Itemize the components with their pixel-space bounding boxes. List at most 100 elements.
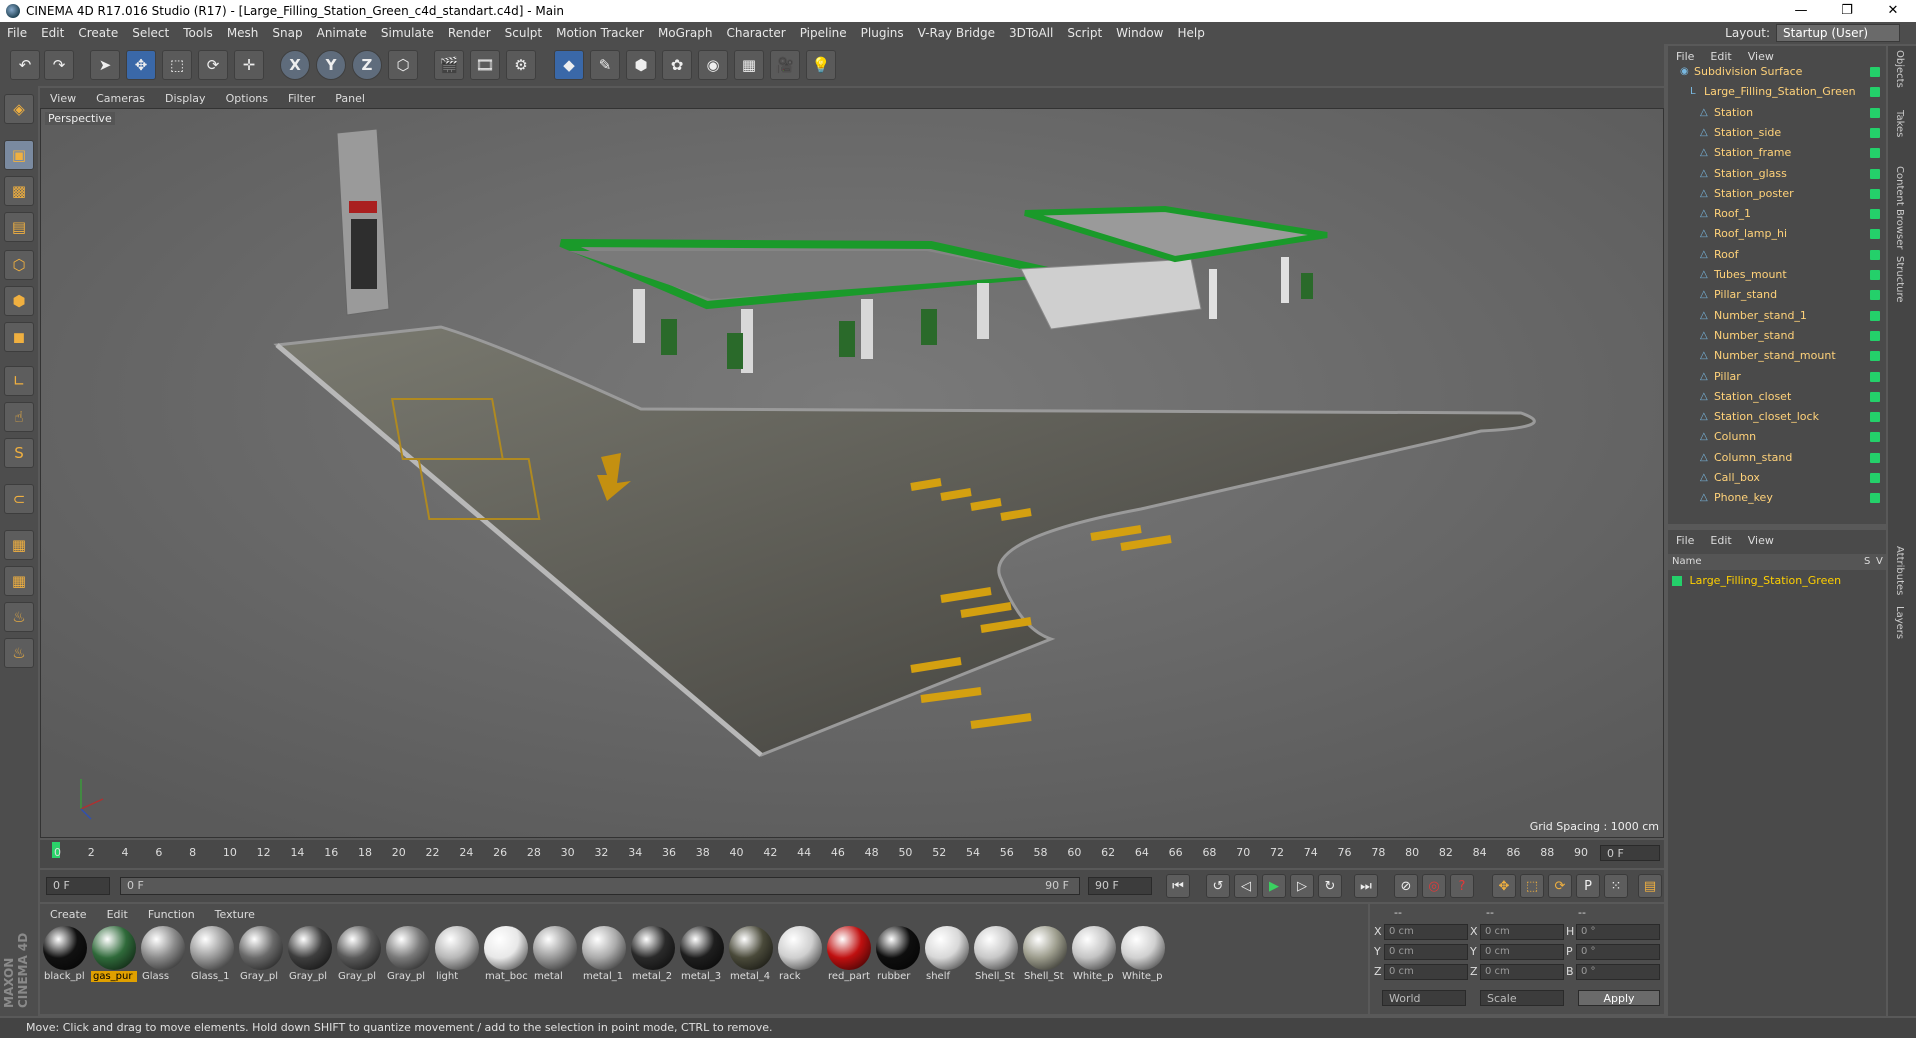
render-picture-viewer-icon[interactable]: 🎞	[470, 50, 500, 80]
previous-frame-icon[interactable]: ◁	[1234, 874, 1258, 898]
axis-x-lock-button[interactable]: X	[280, 50, 310, 80]
select-tool-icon[interactable]: ➤	[90, 50, 120, 80]
material-swatch[interactable]: Glass_1	[189, 926, 235, 984]
scale-tool-icon[interactable]: ⬚	[162, 50, 192, 80]
axis-z-lock-button[interactable]: Z	[352, 50, 382, 80]
object-row[interactable]: △ Number_stand	[1668, 326, 1886, 346]
object-row[interactable]: △ Number_stand_mount	[1668, 346, 1886, 366]
render-settings-icon[interactable]: ⚙	[506, 50, 536, 80]
move-tool-icon[interactable]: ✥	[126, 50, 156, 80]
visibility-check-icon[interactable]	[1870, 452, 1880, 463]
material-menu-create[interactable]: Create	[40, 908, 97, 921]
object-menu-edit[interactable]: Edit	[1702, 50, 1739, 63]
magnet-icon[interactable]: ⊂	[4, 484, 34, 514]
menu-select[interactable]: Select	[125, 22, 176, 44]
perspective-viewport[interactable]: Perspective Grid Spacing : 1000 cm	[40, 108, 1664, 838]
coord-value-field[interactable]: 0 cm	[1480, 944, 1564, 960]
menu-help[interactable]: Help	[1170, 22, 1211, 44]
cube-primitive-icon[interactable]: ◆	[554, 50, 584, 80]
next-frame-icon[interactable]: ▷	[1290, 874, 1314, 898]
visibility-check-icon[interactable]	[1870, 310, 1880, 321]
go-to-start-icon[interactable]: ⏮	[1166, 874, 1190, 898]
material-swatch[interactable]: metal_4	[728, 926, 774, 984]
viewport-menu-view[interactable]: View	[40, 92, 86, 105]
light-icon[interactable]: 💡	[806, 50, 836, 80]
material-swatch[interactable]: White_p	[1071, 926, 1117, 984]
cloner-icon[interactable]: ✿	[662, 50, 692, 80]
material-swatch[interactable]: metal_3	[679, 926, 725, 984]
material-swatch[interactable]: Shell_St	[1022, 926, 1068, 984]
render-view-icon[interactable]: 🎬	[434, 50, 464, 80]
scale-dropdown[interactable]: Scale	[1480, 990, 1564, 1006]
play-icon[interactable]: ▶	[1262, 874, 1286, 898]
layer-menu-edit[interactable]: Edit	[1702, 534, 1739, 547]
material-swatch[interactable]: metal_1	[581, 926, 627, 984]
pen-spline-icon[interactable]: ✎	[590, 50, 620, 80]
viewport-menu-cameras[interactable]: Cameras	[86, 92, 155, 105]
menu-mograph[interactable]: MoGraph	[651, 22, 720, 44]
key-rotation-icon[interactable]: ⟳	[1548, 874, 1572, 898]
material-swatch[interactable]: rubber	[875, 926, 921, 984]
timeline-ruler[interactable]: 0 F 0 2 4 6 8 10 12 14 16 18 20 22 24 26 28 30 32 34 36 38 4…	[40, 840, 1664, 868]
layer-row[interactable]: Large_Filling_Station_Green	[1672, 574, 1882, 590]
deformer-icon[interactable]: ◉	[698, 50, 728, 80]
object-row[interactable]: ◉ Subdivision Surface	[1668, 62, 1886, 82]
object-row[interactable]: △ Station_frame	[1668, 143, 1886, 163]
axis-mode-icon[interactable]: ∟	[4, 366, 34, 396]
material-swatch[interactable]: rack	[777, 926, 823, 984]
visibility-check-icon[interactable]	[1870, 67, 1880, 77]
record-icon[interactable]: ◎	[1422, 874, 1446, 898]
coord-value-field[interactable]: 0 °	[1576, 944, 1660, 960]
coord-value-field[interactable]: 0 cm	[1480, 924, 1564, 940]
object-menu-view[interactable]: View	[1740, 50, 1782, 63]
tab-takes[interactable]: Takes	[1894, 110, 1905, 137]
menu-character[interactable]: Character	[719, 22, 792, 44]
apply-button[interactable]: Apply	[1578, 990, 1660, 1006]
menu-snap[interactable]: Snap	[265, 22, 309, 44]
object-row[interactable]: △ Pillar	[1668, 367, 1886, 387]
visibility-check-icon[interactable]	[1870, 148, 1880, 159]
undo-icon[interactable]: ↶	[10, 50, 40, 80]
coord-value-field[interactable]: 0 cm	[1480, 964, 1564, 980]
model-mode-icon[interactable]: ▣	[4, 140, 34, 170]
menu-file[interactable]: File	[0, 22, 34, 44]
menu-plugins[interactable]: Plugins	[854, 22, 911, 44]
menu-3dtoall[interactable]: 3DToAll	[1002, 22, 1060, 44]
object-row[interactable]: △ Phone_key	[1668, 488, 1886, 508]
visibility-check-icon[interactable]	[1870, 351, 1880, 362]
camera-icon[interactable]: 🎥	[770, 50, 800, 80]
viewport-menu-panel[interactable]: Panel	[325, 92, 375, 105]
keyframe-selection-icon[interactable]: ⊘	[1394, 874, 1418, 898]
tab-layers[interactable]: Layers	[1894, 606, 1905, 639]
menu-mesh[interactable]: Mesh	[220, 22, 266, 44]
timeline-window-icon[interactable]: ▤	[1638, 874, 1662, 898]
menu-window[interactable]: Window	[1109, 22, 1170, 44]
visibility-check-icon[interactable]	[1870, 188, 1880, 199]
material-swatch[interactable]: metal	[532, 926, 578, 984]
visibility-check-icon[interactable]	[1870, 229, 1880, 240]
tab-structure[interactable]: Structure	[1894, 256, 1905, 303]
menu-animate[interactable]: Animate	[310, 22, 374, 44]
polygons-mode-icon[interactable]: ◼	[4, 322, 34, 352]
rotate-tool-icon[interactable]: ⟳	[198, 50, 228, 80]
visibility-check-icon[interactable]	[1870, 493, 1880, 504]
key-position-icon[interactable]: ✥	[1492, 874, 1516, 898]
texture-mode-icon[interactable]: ▩	[4, 176, 34, 206]
next-key-icon[interactable]: ↻	[1318, 874, 1342, 898]
material-swatch[interactable]: Gray_pl	[336, 926, 382, 984]
material-swatch[interactable]: Gray_pl	[238, 926, 284, 984]
menu-script[interactable]: Script	[1060, 22, 1109, 44]
minimize-button[interactable]: —	[1778, 0, 1824, 22]
visibility-check-icon[interactable]	[1870, 270, 1880, 280]
object-row[interactable]: △ Roof	[1668, 245, 1886, 265]
python-script-icon[interactable]: ♨	[4, 602, 34, 632]
layout-dropdown[interactable]: Startup (User)	[1776, 24, 1900, 42]
viewport-menu-options[interactable]: Options	[216, 92, 278, 105]
edges-mode-icon[interactable]: ⬢	[4, 286, 34, 316]
menu-motion-tracker[interactable]: Motion Tracker	[549, 22, 651, 44]
object-row[interactable]: △ Column_stand	[1668, 448, 1886, 468]
object-row[interactable]: △ Station	[1668, 103, 1886, 123]
visibility-check-icon[interactable]	[1870, 107, 1880, 118]
object-menu-file[interactable]: File	[1668, 50, 1702, 63]
material-swatch[interactable]: red_part	[826, 926, 872, 984]
